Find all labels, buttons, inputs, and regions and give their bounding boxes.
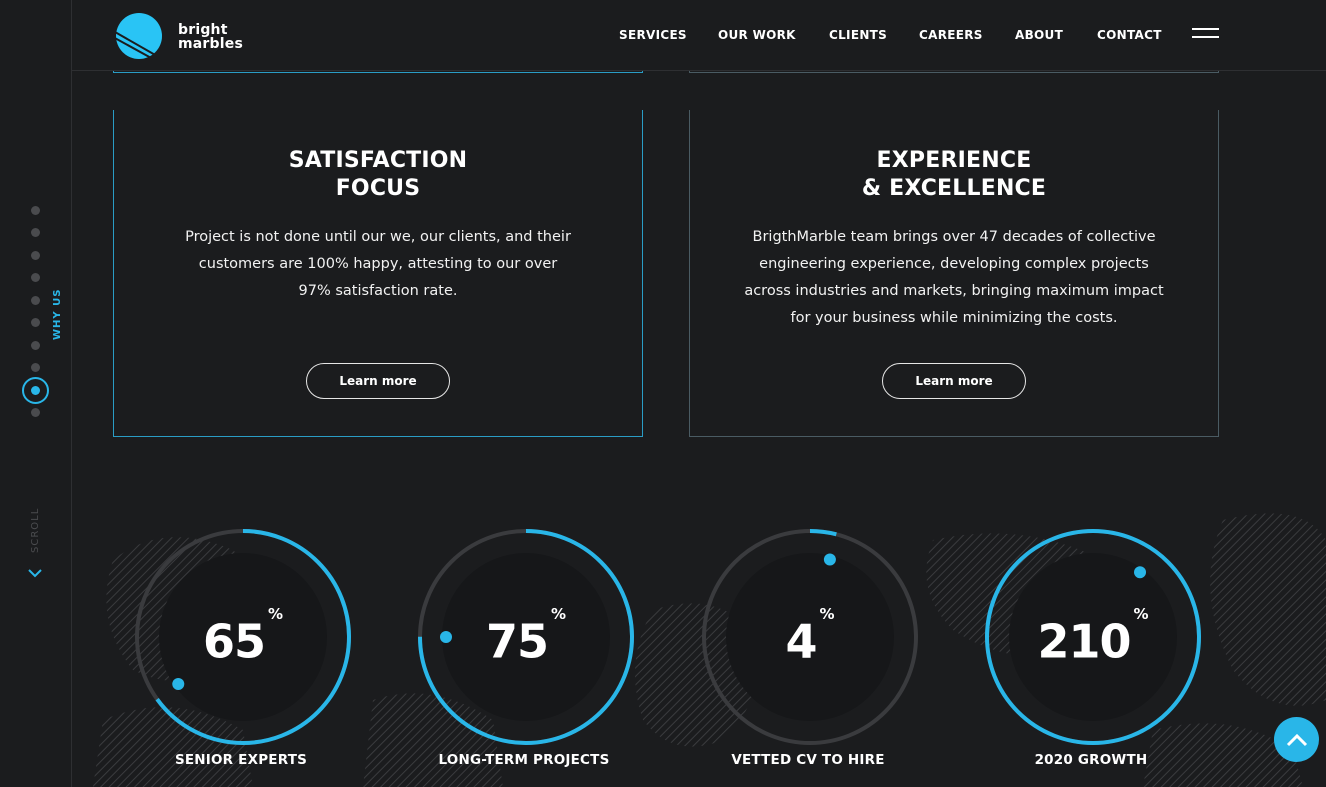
stat-growth: 210% — [983, 527, 1203, 747]
nav-contact[interactable]: CONTACT — [1097, 28, 1162, 42]
card-experience: EXPERIENCE & EXCELLENCE BrigthMarble tea… — [689, 110, 1219, 437]
logo[interactable]: bright marbles — [113, 12, 243, 61]
ring-marker — [172, 678, 185, 691]
section-label: WHY US — [52, 288, 63, 340]
stat-value: 210% — [1037, 605, 1149, 669]
stat-value: 75% — [485, 605, 567, 669]
card-title: SATISFACTION FOCUS — [114, 147, 642, 203]
stat-long-term-projects: 75% — [416, 527, 636, 747]
section-dot[interactable] — [31, 251, 40, 260]
stat-label: VETTED CV TO HIRE — [731, 752, 885, 768]
card-title: EXPERIENCE & EXCELLENCE — [690, 147, 1218, 203]
logo-line1: bright — [178, 21, 228, 38]
card-text: Project is not done until our we, our cl… — [185, 229, 571, 299]
section-dot[interactable] — [31, 228, 40, 237]
stat-label: 2020 GROWTH — [1034, 752, 1148, 768]
card-title-line: EXPERIENCE — [876, 148, 1032, 173]
site-header: bright marbles SERVICES OUR WORK CLIENTS… — [72, 0, 1326, 71]
scroll-label: SCROLL — [30, 507, 41, 553]
hamburger-icon[interactable] — [1192, 28, 1219, 42]
card-edge — [689, 71, 1219, 73]
nav-about[interactable]: ABOUT — [1015, 28, 1063, 42]
chevron-down-icon[interactable] — [28, 568, 42, 578]
section-dot[interactable] — [31, 318, 40, 327]
stat-label: SENIOR EXPERTS — [174, 752, 308, 768]
learn-more-button[interactable]: Learn more — [882, 363, 1026, 399]
card-text: BrigthMarble team brings over 47 decades… — [744, 229, 1164, 326]
logo-marble-icon — [113, 13, 162, 60]
stat-senior-experts: 65% — [133, 527, 353, 747]
logo-text: bright marbles — [178, 23, 243, 51]
section-dot[interactable] — [31, 363, 40, 372]
nav-clients[interactable]: CLIENTS — [829, 28, 887, 42]
stat-value: 4% — [785, 605, 835, 669]
nav-careers[interactable]: CAREERS — [919, 28, 983, 42]
nav-services[interactable]: SERVICES — [619, 28, 687, 42]
card-satisfaction: SATISFACTION FOCUS Project is not done u… — [113, 110, 643, 437]
section-dot[interactable] — [31, 273, 40, 282]
ring-marker — [823, 553, 836, 566]
card-title-line: FOCUS — [335, 176, 421, 201]
section-dot[interactable] — [31, 296, 40, 305]
stat-vetted-cv: 4% — [700, 527, 920, 747]
section-dot[interactable] — [31, 206, 40, 215]
card-edge — [113, 71, 643, 73]
section-dot[interactable] — [31, 341, 40, 350]
stat-value: 65% — [202, 605, 284, 669]
card-title-line: & EXCELLENCE — [861, 176, 1047, 201]
stat-label: LONG-TERM PROJECTS — [438, 752, 610, 768]
nav-our-work[interactable]: OUR WORK — [718, 28, 796, 42]
logo-line2: marbles — [178, 35, 243, 52]
section-rail: WHY US SCROLL — [0, 0, 72, 787]
section-dot-active[interactable] — [22, 377, 49, 404]
back-to-top-button[interactable] — [1274, 717, 1319, 762]
card-title-line: SATISFACTION — [288, 148, 468, 173]
section-dot[interactable] — [31, 408, 40, 417]
learn-more-button[interactable]: Learn more — [306, 363, 450, 399]
chevron-up-icon — [1286, 733, 1307, 746]
ring-marker — [1134, 566, 1147, 579]
